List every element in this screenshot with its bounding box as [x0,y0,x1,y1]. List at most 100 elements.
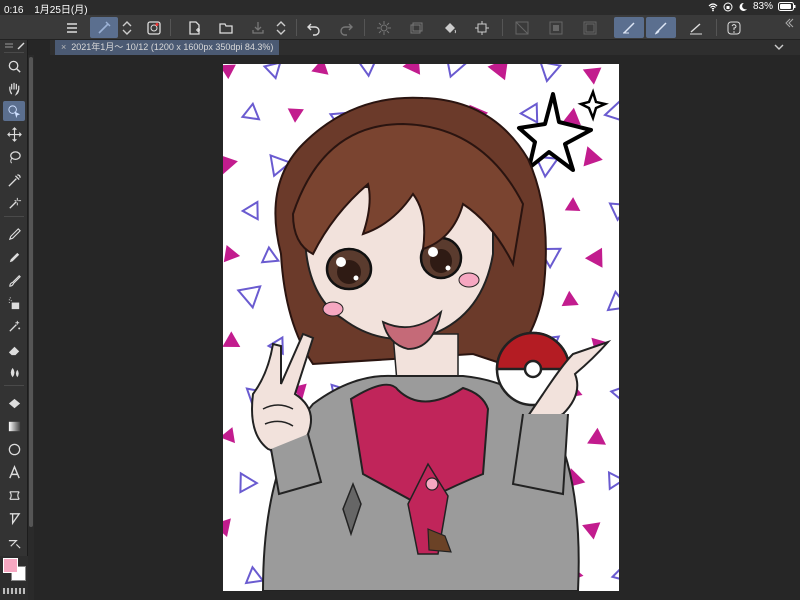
chevron-down-icon[interactable] [773,41,785,53]
snap-brush-icon [654,21,667,34]
eyedropper-icon [7,173,21,187]
move-icon [6,126,22,142]
lasso-icon [9,150,21,163]
tool-move[interactable] [3,124,25,144]
clip-button[interactable] [510,17,534,38]
pencil-icon [9,252,19,262]
canvas[interactable] [223,64,619,591]
orientation-lock-icon [723,2,733,11]
decoration-icon [8,320,20,332]
fill-icon [445,22,456,33]
auto-select-icon [8,197,21,209]
palette-menu-icon[interactable] [4,41,14,51]
battery-percent: 83% [752,1,773,12]
help-button[interactable] [722,17,746,38]
tool-correction-line[interactable] [3,532,25,552]
tool-hand[interactable] [3,78,25,98]
tool-pencil[interactable] [3,247,25,267]
tool-brush[interactable] [3,270,25,290]
select-layer-icon [7,104,20,118]
redo-button[interactable] [334,17,358,38]
tool-eyedropper[interactable] [3,170,25,190]
snap-brush-button[interactable] [646,17,676,38]
invert-button[interactable] [544,17,568,38]
status-bar: 0:16 1月25日(月) 83% [0,0,800,16]
snap-ruler-button[interactable] [614,17,644,38]
open-file-icon [219,22,233,34]
transform-icon [475,20,489,35]
document-tab[interactable]: × 2021年1月～ 10/12 (1200 x 1600px 350dpi 84… [55,40,280,55]
open-file-button[interactable] [214,17,238,38]
tool-balloon[interactable] [3,508,25,528]
tool-airbrush[interactable] [3,293,25,313]
undo-icon [307,23,320,36]
menu-button[interactable] [60,17,84,38]
snap-ruler-icon [623,21,635,34]
airbrush-icon [8,296,19,309]
fill-button[interactable] [438,17,462,38]
border-icon [583,21,597,34]
save-button[interactable] [246,17,270,38]
stepper-button-2[interactable] [272,17,290,38]
pen-icon [8,227,21,240]
redo-icon [340,23,353,36]
tool-palette [0,40,28,600]
tool-zoom[interactable] [3,56,25,76]
tool-blend[interactable] [3,362,25,382]
wifi-icon [708,2,718,11]
stepper-icon [122,20,132,35]
tool-gradient[interactable] [3,416,25,436]
undo-button[interactable] [302,17,326,38]
close-icon[interactable]: × [61,42,66,52]
double-chevron-icon[interactable] [784,18,794,28]
snap-special-button[interactable] [684,17,708,38]
invert-icon [549,21,563,34]
sparkle-star [517,88,609,172]
transform-button[interactable] [470,17,494,38]
tool-decoration[interactable] [3,316,25,336]
tool-frame[interactable] [3,485,25,505]
command-bar [0,15,800,40]
tool-text[interactable] [3,462,25,482]
text-icon [8,464,20,478]
pen-pressure-button[interactable] [90,17,118,38]
menu-icon [67,22,77,33]
border-button[interactable] [578,17,602,38]
color-mode-toggle[interactable] [3,588,25,594]
clear-icon [377,20,391,35]
brush-icon [8,274,21,287]
clear-button[interactable] [372,17,396,38]
tool-lasso[interactable] [3,147,25,167]
tool-figure[interactable] [3,439,25,459]
stepper-icon [276,20,286,35]
help-icon [727,21,741,34]
tool-select-layer[interactable] [3,101,25,121]
new-file-icon [189,20,200,35]
gradient-icon [8,421,20,431]
sub-tool-icon[interactable] [16,41,26,51]
pen-pressure-icon [98,21,111,34]
illustration [251,88,612,591]
new-file-button[interactable] [182,17,206,38]
tool-eraser[interactable] [3,339,25,359]
battery-icon [778,2,796,11]
copy-layer-button[interactable] [404,17,428,38]
document-tab-title: 2021年1月～ 10/12 (1200 x 1600px 350dpi 84.… [71,42,274,52]
eraser-icon [8,346,19,355]
tool-pen[interactable] [3,224,25,244]
frame-icon [8,490,20,500]
blend-icon [10,367,19,377]
zoom-icon [8,60,21,73]
copy-layer-icon [410,22,423,33]
companion-mode-icon [147,20,161,35]
tool-auto-select[interactable] [3,193,25,213]
canvas-area[interactable] [34,55,800,600]
tool-fill-bucket[interactable] [3,393,25,413]
stepper-button[interactable] [118,17,136,38]
foreground-color-swatch[interactable] [3,558,18,573]
companion-mode-button[interactable] [142,17,166,38]
balloon-icon [9,512,20,525]
clip-icon [515,21,529,34]
moon-icon [739,2,747,11]
figure-icon [8,443,20,455]
